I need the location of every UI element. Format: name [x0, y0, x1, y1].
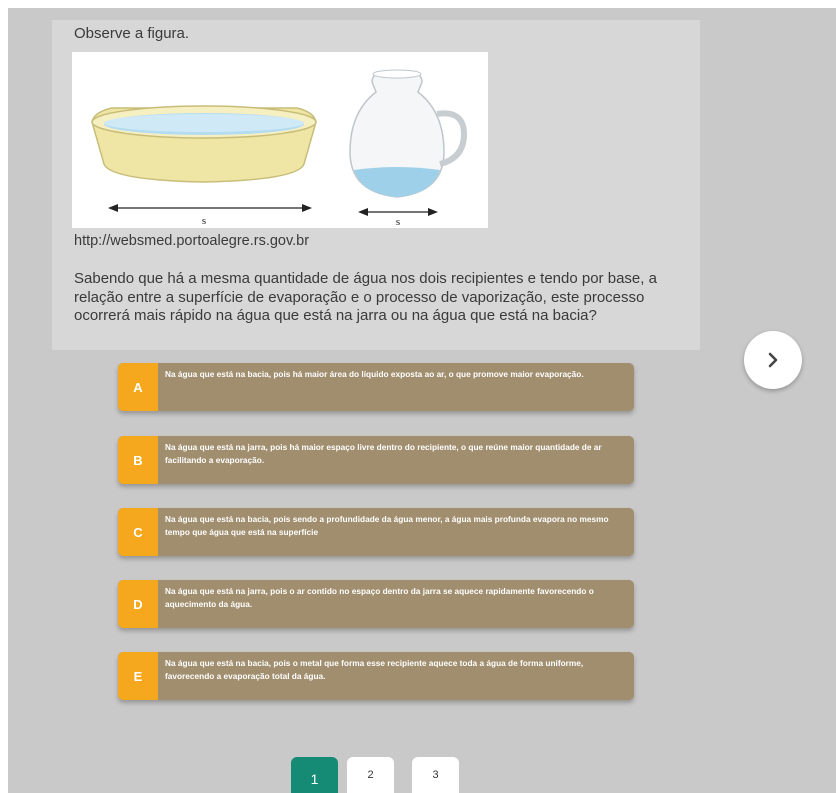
option-letter: E: [118, 652, 158, 700]
option-text: Na água que está na bacia, pois há maior…: [165, 369, 584, 379]
jar-width-arrow: [358, 208, 438, 216]
option-letter: D: [118, 580, 158, 628]
option-text: Na água que está na bacia, pois sendo a …: [165, 514, 609, 537]
next-button[interactable]: [744, 331, 802, 389]
answer-option-a[interactable]: A Na água que está na bacia, pois há mai…: [118, 363, 634, 411]
question-text: Sabendo que há a mesma quantidade de águ…: [74, 270, 657, 324]
answer-option-b[interactable]: B Na água que está na jarra, pois há mai…: [118, 436, 634, 484]
jar-width-label: s: [396, 216, 400, 228]
question-figure: s s: [72, 52, 488, 228]
option-letter: C: [118, 508, 158, 556]
page-button-3[interactable]: 3: [412, 757, 459, 793]
basin-width-label: s: [202, 215, 206, 227]
answer-option-d[interactable]: D Na água que está na jarra, pois o ar c…: [118, 580, 634, 628]
option-letter: B: [118, 436, 158, 484]
option-text: Na água que está na jarra, pois há maior…: [165, 442, 602, 465]
answer-option-e[interactable]: E Na água que está na bacia, pois o meta…: [118, 652, 634, 700]
option-text: Na água que está na jarra, pois o ar con…: [165, 586, 594, 609]
option-letter: A: [118, 363, 158, 411]
answer-option-c[interactable]: C Na água que está na bacia, pois sendo …: [118, 508, 634, 556]
page-button-2[interactable]: 2: [347, 757, 394, 793]
page-button-1[interactable]: 1: [291, 757, 338, 793]
chevron-right-icon: [768, 352, 778, 368]
basin-image: [91, 105, 317, 183]
basin-width-arrow: [108, 204, 312, 212]
basin-and-jar-illustration: s s: [91, 69, 468, 228]
option-text: Na água que está na bacia, pois o metal …: [165, 658, 584, 681]
question-card: Observe a figura. s s http://websmed.por…: [52, 20, 700, 350]
jar-image: [349, 69, 468, 198]
figure-source: http://websmed.portoalegre.rs.gov.br: [74, 233, 310, 249]
question-intro: Observe a figura.: [74, 25, 190, 42]
